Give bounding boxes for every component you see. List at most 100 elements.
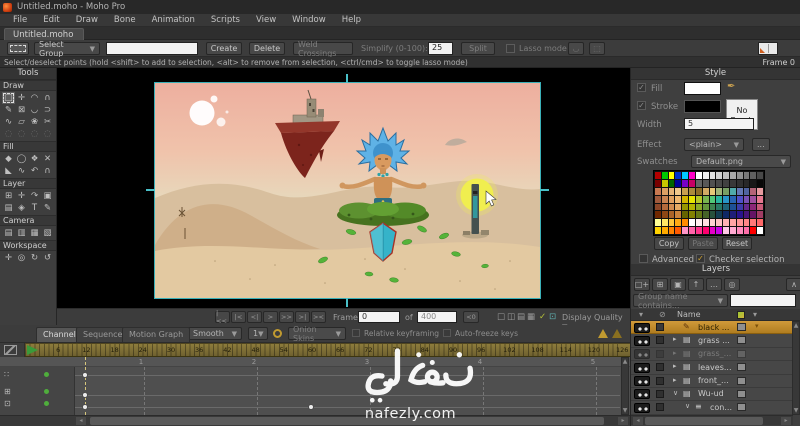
width-input[interactable]: 5 — [684, 118, 754, 130]
color-swatch[interactable] — [668, 172, 675, 179]
color-swatch[interactable] — [668, 179, 675, 187]
layer-row-grass-[interactable]: ▸ ▤ grass_... — [631, 347, 793, 362]
delete-shape-tool-icon[interactable]: ✕ — [41, 153, 54, 165]
color-swatch[interactable] — [682, 219, 689, 227]
color-swatch[interactable] — [668, 227, 675, 234]
select-points-tool-icon[interactable]: □ — [2, 92, 15, 104]
layer-color-chip[interactable] — [737, 403, 746, 412]
transport-play-button[interactable]: > — [263, 311, 278, 323]
color-swatch[interactable] — [729, 203, 736, 211]
selection-handle-right[interactable] — [540, 189, 549, 191]
layer-expand-icon[interactable]: ∨ — [685, 402, 690, 410]
color-swatch[interactable] — [716, 187, 723, 195]
color-swatch[interactable] — [655, 203, 661, 211]
color-swatch[interactable] — [723, 211, 729, 219]
color-swatch[interactable] — [702, 203, 709, 211]
paste-button[interactable]: Paste — [688, 237, 718, 250]
keyframe-dot[interactable] — [308, 404, 314, 410]
menu-file[interactable]: File — [6, 15, 34, 25]
color-swatch[interactable] — [743, 203, 750, 211]
chevron-down-icon[interactable]: ▾ — [755, 322, 759, 330]
menu-help[interactable]: Help — [335, 15, 368, 25]
document-tab[interactable]: Untitled.moho — [4, 28, 84, 40]
color-swatch[interactable] — [750, 219, 757, 227]
color-swatch[interactable] — [661, 179, 668, 187]
simplify-input[interactable]: 25 — [428, 42, 453, 55]
color-swatch[interactable] — [689, 187, 695, 195]
select-shape-tool-icon[interactable]: ◆ — [2, 153, 15, 165]
color-swatch[interactable] — [661, 187, 668, 195]
color-swatch[interactable] — [655, 172, 661, 179]
color-swatch[interactable] — [655, 219, 661, 227]
color-swatch[interactable] — [689, 211, 695, 219]
layer-checkbox[interactable] — [656, 349, 664, 358]
effect-dropdown[interactable]: <plain> ▼ — [684, 138, 744, 151]
orbit-workspace-tool-icon[interactable]: ↺ — [41, 252, 54, 264]
color-swatch[interactable] — [661, 227, 668, 234]
color-swatch[interactable] — [675, 227, 682, 234]
hide-edge-tool-icon[interactable]: ↶ — [28, 165, 41, 177]
translate-points-tool-icon[interactable]: ✛ — [15, 92, 28, 104]
color-swatch[interactable] — [757, 172, 763, 179]
layer-checkbox[interactable] — [656, 389, 664, 398]
timeline-ruler[interactable]: 6 12 18 24 30 36 42 48 54 60 66 72 78 84 90 96 102 108 114… — [0, 343, 630, 357]
color-swatch[interactable] — [723, 179, 729, 187]
color-swatch[interactable] — [689, 179, 695, 187]
text-tool-tool-icon[interactable]: T — [28, 202, 41, 214]
pan-workspace-tool-icon[interactable]: ✛ — [2, 252, 15, 264]
stroke-exposure-tool-icon[interactable]: ∩ — [41, 165, 54, 177]
color-swatch[interactable] — [695, 172, 702, 179]
color-swatch[interactable] — [655, 179, 661, 187]
color-swatch[interactable] — [668, 219, 675, 227]
layer-row-black-[interactable]: ✎ black ... ▾ — [631, 321, 793, 335]
timeline-horizontal-scrollbar[interactable]: ◂ ▸ — [0, 415, 630, 426]
color-swatch[interactable] — [695, 211, 702, 219]
layer-visibility-icon[interactable] — [634, 389, 650, 400]
color-swatch[interactable] — [729, 172, 736, 179]
view-layout-icon-1[interactable]: □ — [497, 312, 505, 322]
relative-keyframing-checkbox[interactable] — [352, 329, 360, 337]
color-swatch[interactable] — [743, 195, 750, 203]
color-swatch[interactable] — [709, 179, 716, 187]
checker-selection-checkbox[interactable]: ✓ — [696, 254, 705, 263]
new-layer-icon[interactable]: □+ — [634, 278, 650, 291]
stereo-view-icon[interactable]: ⊡ — [549, 312, 556, 322]
scatter-brush-tool-icon[interactable]: ❀ — [28, 116, 41, 128]
menu-view[interactable]: View — [249, 15, 283, 25]
color-swatch[interactable] — [736, 172, 743, 179]
collapse-layers-icon[interactable]: ∧ — [786, 278, 800, 291]
menu-draw[interactable]: Draw — [69, 15, 105, 25]
search-layers-icon[interactable]: ◎ — [724, 278, 740, 291]
color-swatch[interactable] — [750, 172, 757, 179]
menu-scripts[interactable]: Scripts — [204, 15, 247, 25]
view-layout-icon-2[interactable]: ◫ — [507, 312, 515, 322]
layer-expand-icon[interactable]: ▸ — [673, 376, 677, 384]
lasso-tool-tool-icon[interactable]: ◯ — [15, 153, 28, 165]
channel-active-dot[interactable] — [44, 401, 49, 406]
color-swatch[interactable] — [729, 227, 736, 234]
color-swatch[interactable] — [716, 227, 723, 234]
color-swatch[interactable] — [695, 195, 702, 203]
stroke-color-swatch[interactable] — [684, 100, 721, 113]
color-swatch[interactable] — [757, 195, 763, 203]
color-swatch[interactable] — [750, 187, 757, 195]
layer-color-chip[interactable] — [737, 389, 746, 398]
color-swatch[interactable] — [682, 172, 689, 179]
create-shape-tool-icon[interactable]: ◣ — [2, 165, 15, 177]
layer-row-front-[interactable]: ▸ ▤ front_... — [631, 374, 793, 388]
color-swatch[interactable] — [716, 219, 723, 227]
color-swatch[interactable] — [736, 211, 743, 219]
color-swatch[interactable] — [757, 227, 763, 234]
layers-horizontal-scrollbar[interactable]: ◂ ▸ — [631, 415, 793, 425]
color-swatch[interactable] — [757, 187, 763, 195]
pan-tilt-camera-tool-icon[interactable]: ▧ — [41, 227, 54, 239]
color-swatch[interactable] — [709, 195, 716, 203]
curve-option-icon[interactable]: ◡ — [568, 42, 584, 55]
transport-loop-button[interactable]: >< — [311, 311, 326, 323]
keyframe-dot[interactable] — [82, 392, 88, 398]
layer-visibility-icon[interactable] — [634, 402, 650, 413]
add-point-tool-icon[interactable]: ✎ — [2, 104, 15, 116]
shear-layer-tool-icon[interactable]: ▤ — [2, 202, 15, 214]
layer-options-icon[interactable]: … — [706, 278, 722, 291]
selection-name-input[interactable] — [106, 42, 198, 55]
